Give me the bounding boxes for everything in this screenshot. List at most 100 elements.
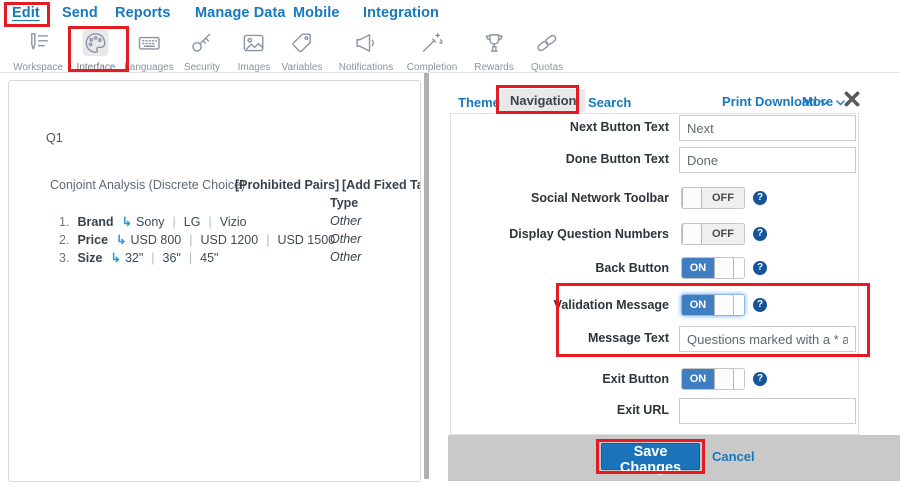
tab-themes[interactable]: Themes: [458, 95, 507, 110]
level: 36": [163, 251, 181, 265]
attribute-name: Brand: [77, 215, 113, 229]
save-changes-button[interactable]: Save Changes: [601, 443, 700, 470]
done-button-text-label: Done Button Text: [459, 152, 669, 166]
app-window: Edit Send Reports Manage Data Mobile Int…: [0, 0, 900, 484]
attribute-type: Other: [330, 250, 361, 264]
workspace-icon: [25, 30, 51, 56]
back-button-label: Back Button: [459, 261, 669, 275]
level: USD 1200: [201, 233, 259, 247]
toolbar-item-notifications[interactable]: Notifications: [339, 30, 393, 75]
toolbar-label: Workspace: [13, 62, 63, 73]
row-number: 1.: [59, 215, 69, 229]
tab-navigation[interactable]: Navigation: [501, 89, 585, 112]
toolbar-item-quotas[interactable]: Quotas: [531, 30, 563, 75]
panel-divider[interactable]: [424, 73, 429, 479]
print-link[interactable]: Print: [722, 94, 752, 109]
social-network-toolbar-toggle[interactable]: OFF: [681, 187, 745, 209]
toolbar-item-rewards[interactable]: Rewards: [474, 30, 513, 75]
help-icon[interactable]: ?: [753, 372, 767, 386]
help-icon[interactable]: ?: [753, 261, 767, 275]
image-icon: [241, 30, 267, 56]
attribute-type: Other: [330, 232, 361, 246]
level: USD 800: [131, 233, 182, 247]
type-column-header: Type: [330, 196, 358, 210]
level: LG: [184, 215, 201, 229]
attribute-row: 1.Brand↳Sony|LG|Vizio: [59, 214, 247, 229]
key-icon: [189, 30, 215, 56]
tab-search[interactable]: Search: [588, 95, 631, 110]
help-icon[interactable]: ?: [753, 227, 767, 241]
next-button-text-input[interactable]: [679, 115, 856, 141]
attribute-row: 3.Size↳32"|36"|45": [59, 250, 218, 265]
validation-message-toggle[interactable]: ON: [681, 294, 745, 316]
cancel-link[interactable]: Cancel: [712, 449, 755, 464]
prohibited-pairs-link[interactable]: [Prohibited Pairs]: [235, 178, 339, 192]
exit-url-label: Exit URL: [459, 403, 669, 417]
exit-url-input[interactable]: [679, 398, 856, 424]
toolbar-label: Notifications: [339, 62, 393, 73]
nav-item-send[interactable]: Send: [62, 5, 98, 21]
nav-item-manage-data[interactable]: Manage Data: [195, 5, 286, 21]
nav-item-mobile[interactable]: Mobile: [293, 5, 340, 21]
tag-icon: [289, 30, 315, 56]
toolbar-item-security[interactable]: Security: [184, 30, 220, 75]
pipe-separator: |: [189, 233, 192, 247]
levels-arrow-icon: ↳: [122, 215, 132, 229]
nav-item-reports[interactable]: Reports: [115, 5, 171, 21]
nav-item-integration[interactable]: Integration: [363, 5, 439, 21]
levels-arrow-icon: ↳: [110, 251, 120, 265]
navigation-settings-form: Next Button Text Done Button Text Social…: [450, 113, 859, 435]
pipe-separator: |: [151, 251, 154, 265]
validation-message-label: Validation Message: [459, 298, 669, 312]
exit-button-label: Exit Button: [459, 372, 669, 386]
edit-toolbar: Workspace Interface Languages Security I…: [0, 28, 900, 73]
done-button-text-input[interactable]: [679, 147, 856, 173]
more-link[interactable]: More: [802, 94, 845, 109]
toolbar-item-completion[interactable]: Completion: [407, 30, 458, 75]
toolbar-label: Security: [184, 62, 220, 73]
help-icon[interactable]: ?: [753, 191, 767, 205]
attribute-name: Size: [77, 251, 102, 265]
toolbar-label: Rewards: [474, 62, 513, 73]
toolbar-label: Languages: [124, 62, 174, 73]
message-text-label: Message Text: [459, 331, 669, 345]
toolbar-item-interface[interactable]: Interface: [77, 30, 116, 75]
display-question-numbers-label: Display Question Numbers: [459, 227, 669, 241]
question-title: Conjoint Analysis (Discrete Choice): [50, 178, 245, 192]
trophy-icon: [481, 30, 507, 56]
levels-arrow-icon: ↳: [116, 233, 126, 247]
pipe-separator: |: [208, 215, 211, 229]
social-network-toolbar-label: Social Network Toolbar: [459, 191, 669, 205]
megaphone-icon: [353, 30, 379, 56]
attribute-row: 2.Price↳USD 800|USD 1200|USD 1500: [59, 232, 335, 247]
nav-item-edit[interactable]: Edit: [12, 5, 40, 21]
toolbar-label: Completion: [407, 62, 458, 73]
survey-preview-panel: Q1 Conjoint Analysis (Discrete Choice) […: [8, 80, 421, 482]
toolbar-item-variables[interactable]: Variables: [282, 30, 323, 75]
toolbar-item-languages[interactable]: Languages: [124, 30, 174, 75]
row-number: 3.: [59, 251, 69, 265]
keyboard-icon: [136, 30, 162, 56]
row-number: 2.: [59, 233, 69, 247]
next-button-text-label: Next Button Text: [459, 120, 669, 134]
palette-icon: [83, 30, 109, 56]
toolbar-item-images[interactable]: Images: [238, 30, 271, 75]
attribute-type: Other: [330, 214, 361, 228]
attribute-name: Price: [77, 233, 108, 247]
level: 32": [125, 251, 143, 265]
exit-button-toggle[interactable]: ON: [681, 368, 745, 390]
level: Vizio: [220, 215, 247, 229]
toolbar-label: Images: [238, 62, 271, 73]
display-question-numbers-toggle[interactable]: OFF: [681, 223, 745, 245]
help-icon[interactable]: ?: [753, 298, 767, 312]
toolbar-label: Variables: [282, 62, 323, 73]
back-button-toggle[interactable]: ON: [681, 257, 745, 279]
add-fixed-tasks-link[interactable]: [Add Fixed Tasks: [342, 178, 421, 192]
toolbar-item-workspace[interactable]: Workspace: [13, 30, 63, 75]
pipe-separator: |: [189, 251, 192, 265]
message-text-input[interactable]: [679, 326, 856, 352]
top-nav: Edit Send Reports Manage Data Mobile Int…: [0, 0, 900, 28]
close-icon[interactable]: [843, 90, 861, 108]
question-code: Q1: [46, 131, 63, 145]
pipe-separator: |: [173, 215, 176, 229]
